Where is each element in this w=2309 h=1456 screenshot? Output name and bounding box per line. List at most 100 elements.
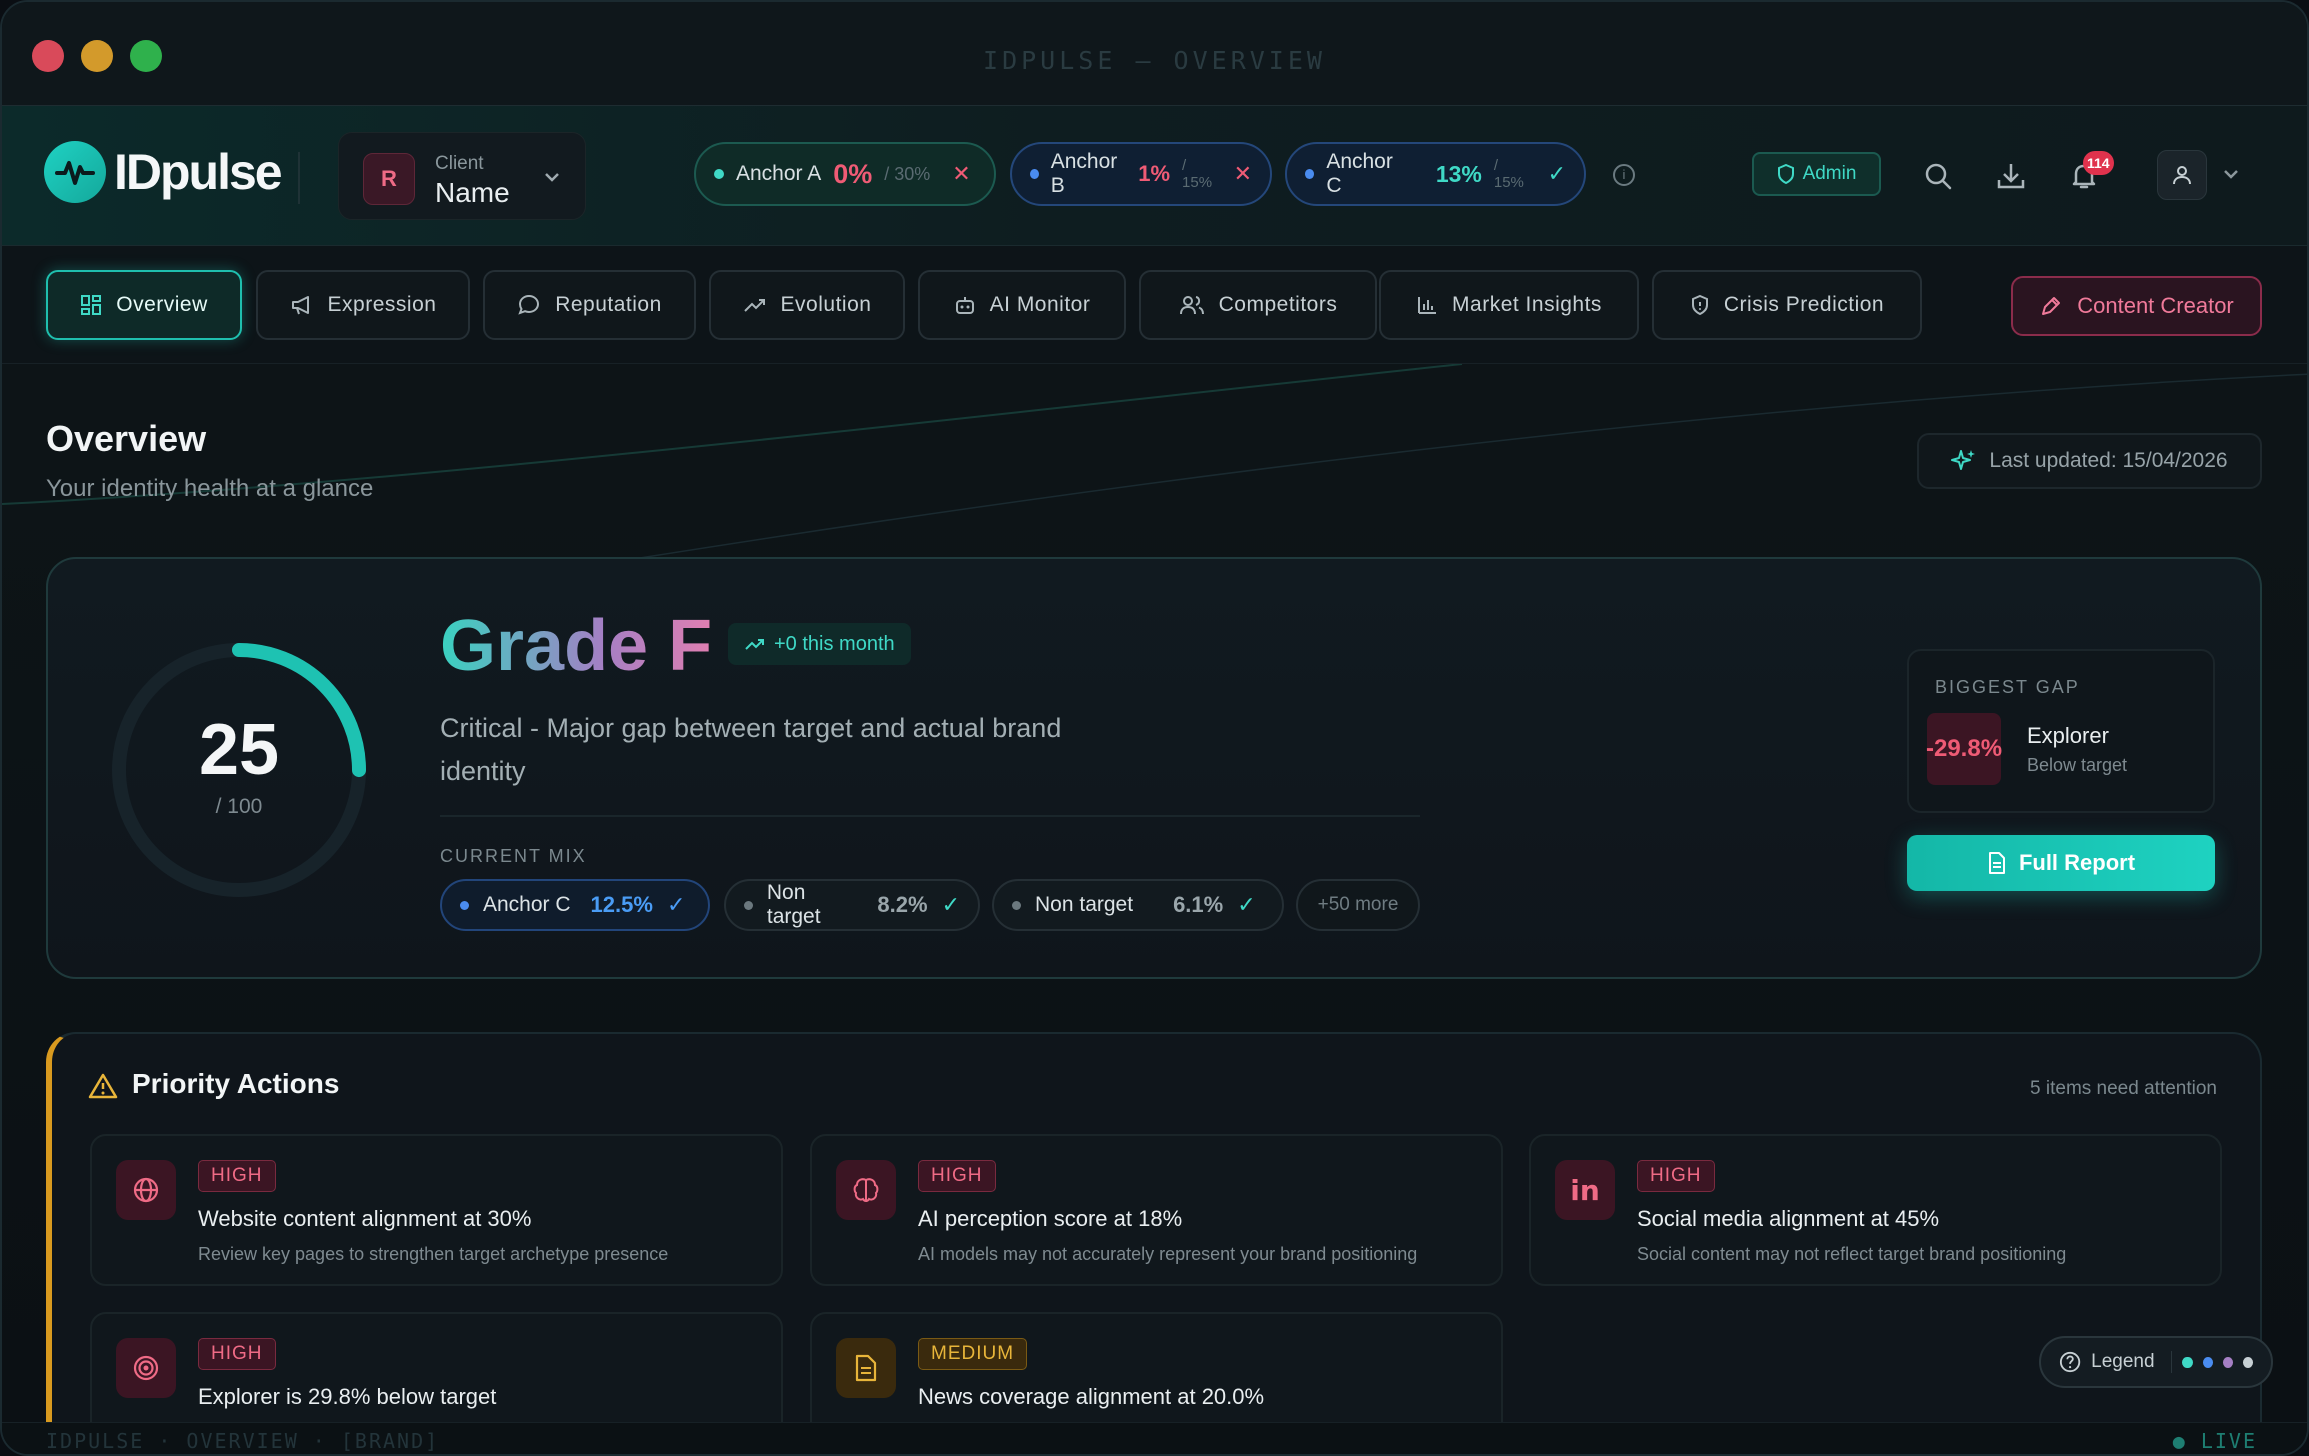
download-icon[interactable]	[1995, 160, 2027, 192]
chevron-down-icon[interactable]	[2222, 164, 2240, 185]
check-icon: ✓	[1547, 161, 1566, 186]
live-indicator: ● LIVE	[2172, 1429, 2257, 1453]
status-bar: IDPULSE · OVERVIEW · [BRAND] ● LIVE	[2, 1422, 2307, 1454]
tab-label: Market Insights	[1452, 293, 1602, 316]
linkedin-icon: in	[1555, 1160, 1615, 1220]
tab-competitors[interactable]: Competitors	[1139, 270, 1377, 340]
anchor-name: Anchor B	[1050, 150, 1118, 197]
priority-title: Website content alignment at 30%	[198, 1206, 532, 1231]
priority-item[interactable]: HIGH Website content alignment at 30% Re…	[90, 1134, 783, 1286]
trend-up-icon	[745, 639, 764, 650]
biggest-gap-name: Explorer	[2027, 723, 2109, 748]
notification-count-badge: 114	[2083, 151, 2114, 175]
target-icon	[116, 1338, 176, 1398]
priority-item[interactable]: HIGH AI perception score at 18% AI model…	[810, 1134, 1503, 1286]
biggest-gap-value: -29.8%	[1926, 713, 2002, 785]
priority-item[interactable]: in HIGH Social media alignment at 45% So…	[1529, 1134, 2222, 1286]
anchor-target: / 15%	[1493, 157, 1524, 191]
admin-badge-button[interactable]: Admin	[1752, 152, 1881, 196]
anchor-value: 0%	[833, 158, 873, 189]
client-selector[interactable]: R Client Name	[338, 132, 586, 220]
trend-icon	[743, 299, 765, 312]
biggest-gap-sub: Below target	[2027, 755, 2128, 775]
content-creator-label: Content Creator	[2077, 293, 2234, 318]
sparkle-icon	[1951, 450, 1976, 470]
divider	[440, 815, 1420, 817]
anchor-pill-b[interactable]: Anchor B 1% / 15% ✕	[1010, 142, 1272, 206]
mix-value: 12.5%	[590, 892, 653, 917]
legend-dot	[2222, 1356, 2233, 1368]
users-icon	[1179, 296, 1204, 315]
legend-dot	[2202, 1356, 2213, 1368]
mix-value: 6.1%	[1173, 892, 1224, 917]
client-avatar: R	[363, 153, 415, 205]
priority-title: News coverage alignment at 20.0%	[918, 1384, 1265, 1409]
anchor-name: Anchor C	[1326, 150, 1393, 197]
user-icon	[2173, 166, 2191, 185]
tab-market-insights[interactable]: Market Insights	[1379, 270, 1639, 340]
priority-desc: Social content may not reflect target br…	[1637, 1244, 2067, 1264]
tab-ai-monitor[interactable]: AI Monitor	[918, 270, 1126, 340]
logo[interactable]: IDpulse	[44, 141, 283, 203]
pen-icon	[2042, 297, 2061, 315]
tab-evolution[interactable]: Evolution	[709, 270, 905, 340]
page-subtitle: Your identity health at a glance	[46, 475, 374, 502]
anchor-pill-c[interactable]: Anchor C 13% / 15% ✓	[1285, 142, 1586, 206]
document-icon	[1988, 852, 2005, 874]
search-icon[interactable]	[1922, 160, 1954, 192]
full-report-label: Full Report	[2018, 850, 2136, 875]
tab-crisis-prediction[interactable]: Crisis Prediction	[1652, 270, 1922, 340]
priority-actions-title: Priority Actions	[132, 1068, 340, 1099]
month-change-badge: +0 this month	[728, 623, 911, 665]
score-max: / 100	[215, 795, 263, 818]
anchor-value: 1%	[1138, 161, 1171, 186]
shield-icon	[1777, 164, 1794, 184]
tab-overview[interactable]: Overview	[46, 270, 242, 340]
shield-icon	[1691, 294, 1708, 316]
anchor-dot	[1030, 169, 1039, 179]
app-header: IDpulse R Client Name Anchor A 0% / 30% …	[2, 106, 2307, 246]
legend-button[interactable]: Legend	[2039, 1336, 2273, 1388]
tab-label: Evolution	[780, 293, 872, 316]
anchor-target: / 30%	[884, 163, 931, 184]
status-breadcrumb: IDPULSE · OVERVIEW · [BRAND]	[46, 1429, 440, 1453]
user-menu-button[interactable]	[2157, 150, 2207, 200]
megaphone-icon	[291, 296, 309, 315]
score-value: 25	[198, 710, 280, 790]
tab-expression[interactable]: Expression	[256, 270, 470, 340]
priority-tag: HIGH	[1637, 1160, 1715, 1192]
tab-label: Crisis Prediction	[1723, 293, 1885, 316]
last-updated-text: Last updated: 15/04/2026	[1989, 449, 2228, 472]
month-change-text: +0 this month	[774, 632, 895, 655]
divider	[2170, 1351, 2173, 1373]
mix-chip-non-target[interactable]: Non target 8.2% ✓	[724, 879, 980, 931]
warning-icon	[88, 1073, 118, 1099]
check-icon: ✓	[666, 892, 686, 917]
chevron-down-icon	[543, 167, 561, 188]
priority-desc: AI models may not accurately represent y…	[918, 1244, 1418, 1264]
current-mix-label: CURRENT MIX	[440, 846, 587, 866]
mix-chip-non-target[interactable]: Non target 6.1% ✓	[992, 879, 1284, 931]
mix-name: Non target	[1035, 893, 1134, 916]
mix-chip-anchor-c[interactable]: Anchor C 12.5% ✓	[440, 879, 710, 931]
tab-reputation[interactable]: Reputation	[483, 270, 696, 340]
priority-title: Explorer is 29.8% below target	[198, 1384, 497, 1409]
x-icon: ✕	[952, 161, 971, 186]
info-icon[interactable]: i	[1613, 164, 1635, 186]
page-title: Overview	[46, 418, 207, 459]
tab-label: Competitors	[1218, 293, 1338, 316]
anchor-pill-a[interactable]: Anchor A 0% / 30% ✕	[694, 142, 996, 206]
more-mix-chip[interactable]: +50 more	[1296, 879, 1420, 931]
tab-label: AI Monitor	[989, 293, 1091, 316]
legend-label: Legend	[2091, 1351, 2155, 1372]
full-report-button[interactable]: Full Report	[1907, 835, 2215, 891]
globe-icon	[116, 1160, 176, 1220]
check-icon: ✓	[941, 892, 960, 917]
anchor-name: Anchor A	[736, 162, 822, 185]
app-window: IDPULSE — OVERVIEW IDpulse R Client Name…	[0, 0, 2309, 1456]
priority-tag: MEDIUM	[918, 1338, 1028, 1370]
priority-tag: HIGH	[918, 1160, 996, 1192]
priority-count: 5 items need attention	[2030, 1078, 2217, 1099]
content-creator-button[interactable]: Content Creator	[2011, 276, 2262, 336]
tab-label: Reputation	[555, 293, 662, 316]
